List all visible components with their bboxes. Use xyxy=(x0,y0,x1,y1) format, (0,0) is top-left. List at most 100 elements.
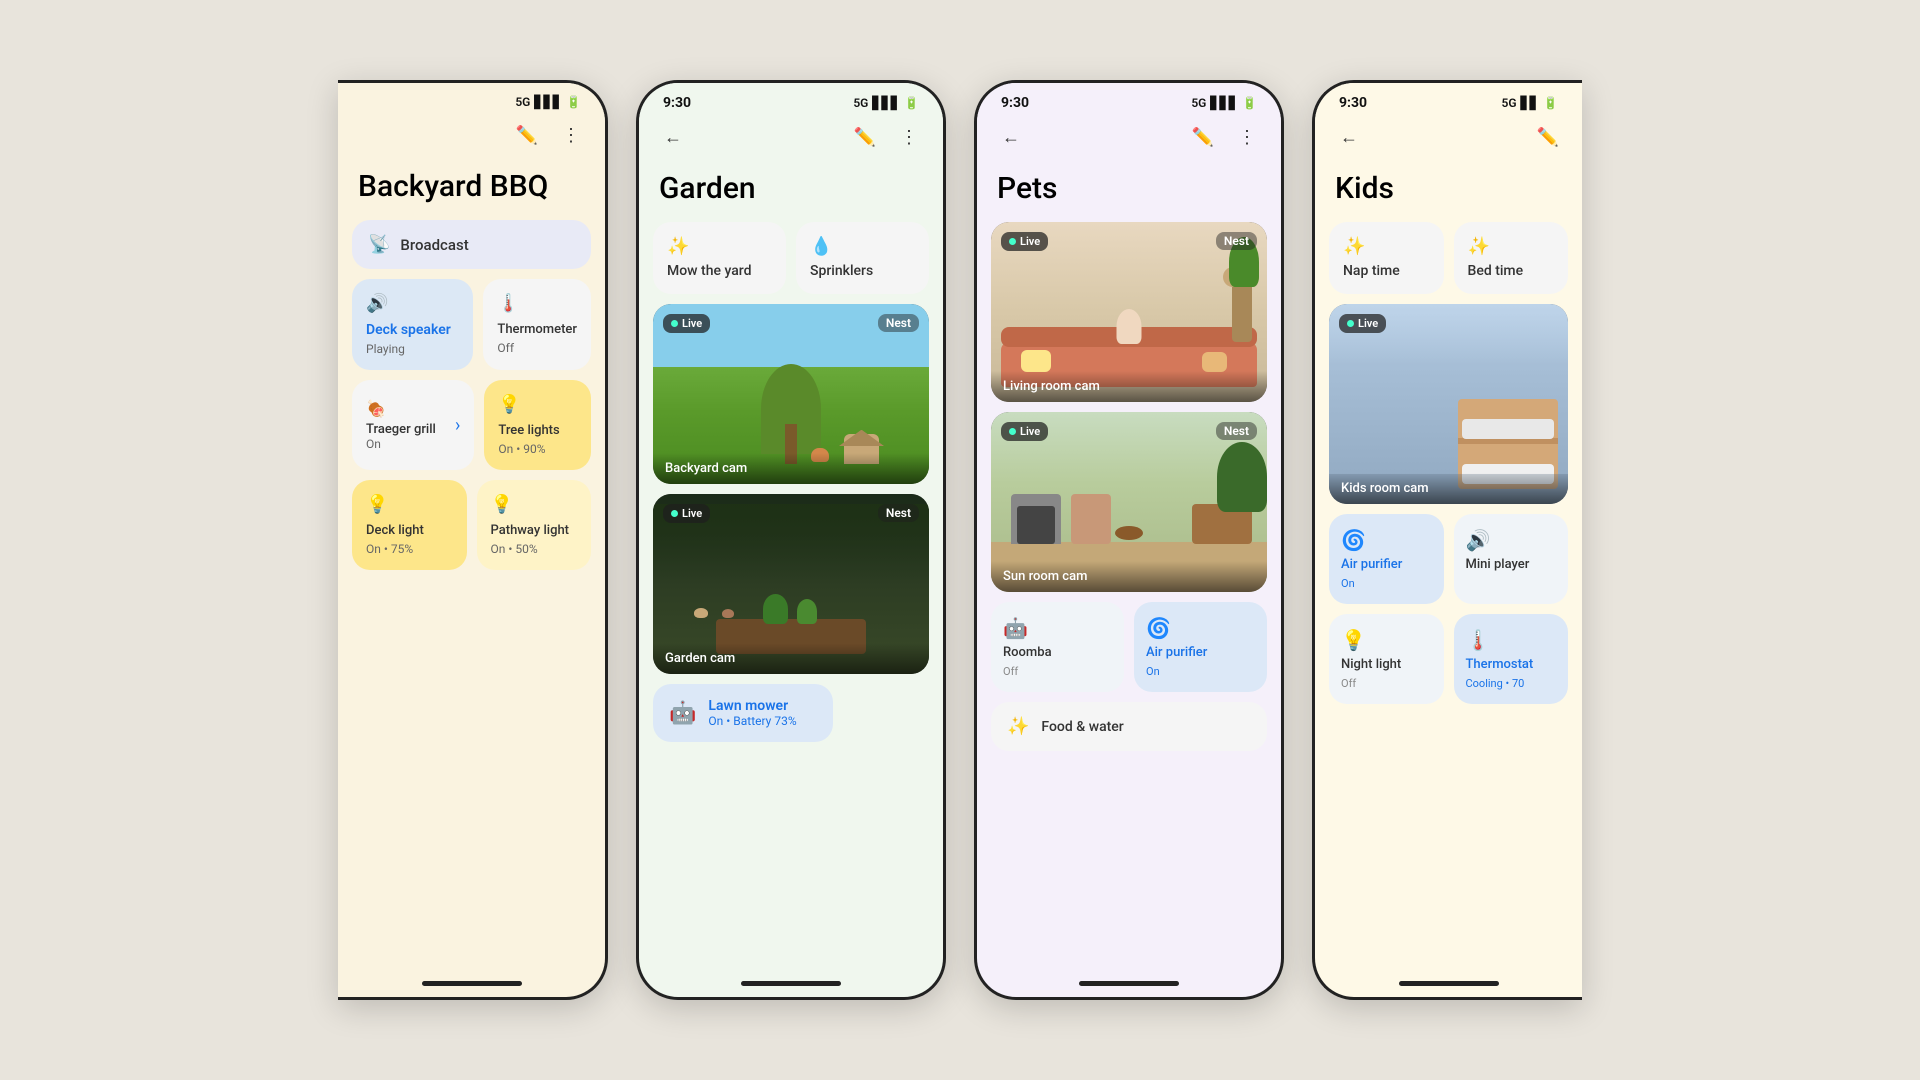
traeger-grill-card[interactable]: 🍖 Traeger grill On › xyxy=(352,380,474,470)
lawn-mower-card[interactable]: 🤖 Lawn mower On • Battery 73% xyxy=(653,684,833,742)
deck-speaker-icon: 🔊 xyxy=(366,293,459,314)
top-bar-3: ← ✏️ ⋮ xyxy=(977,115,1281,163)
phone-backyard-bbq: 5G ▋▋▋ 🔋 ✏️ ⋮ Backyard BBQ 📡 Broadcast 🔊 xyxy=(338,80,608,1000)
top-bar-1: ✏️ ⋮ xyxy=(338,113,605,161)
sprinklers-label: Sprinklers xyxy=(810,263,915,279)
living-room-cam-card[interactable]: Live Nest Living room cam xyxy=(991,222,1267,402)
home-bar-1 xyxy=(422,981,522,986)
kids-thermo-icon: 🌡️ xyxy=(1466,628,1557,652)
garden-cam-card[interactable]: Live Nest Garden cam xyxy=(653,494,929,674)
row-deck-thermo: 🔊 Deck speaker Playing 🌡️ Thermometer Of… xyxy=(352,279,591,370)
mow-icon: ✨ xyxy=(667,236,772,257)
more-button-2[interactable]: ⋮ xyxy=(891,119,927,155)
page-title-2: Garden xyxy=(639,163,943,222)
kids-room-cam-card[interactable]: Live Kids room cam xyxy=(1329,304,1568,504)
back-button-3[interactable]: ← xyxy=(993,119,1029,155)
signal-2: 5G xyxy=(853,96,868,110)
back-button-4[interactable]: ← xyxy=(1331,119,1367,155)
night-light-card[interactable]: 💡 Night light Off xyxy=(1329,614,1444,704)
bed-label: Bed time xyxy=(1468,263,1555,279)
edit-button-3[interactable]: ✏️ xyxy=(1185,119,1221,155)
deck-light-status: On • 75% xyxy=(366,542,453,556)
pathway-light-label: Pathway light xyxy=(491,523,578,538)
garden-cam-label: Garden cam xyxy=(653,643,929,674)
more-button-1[interactable]: ⋮ xyxy=(553,117,589,153)
bed-time-card[interactable]: ✨ Bed time xyxy=(1454,222,1569,294)
time-2: 9:30 xyxy=(663,95,691,111)
time-3: 9:30 xyxy=(1001,95,1029,111)
signal-bars-2: ▋▋▋ xyxy=(872,96,900,110)
roomba-icon: 🤖 xyxy=(1003,616,1112,640)
page-title-1: Backyard BBQ xyxy=(338,161,605,220)
food-water-label: Food & water xyxy=(1041,719,1123,735)
edit-button-4[interactable]: ✏️ xyxy=(1530,119,1566,155)
pathway-light-icon: 💡 xyxy=(491,494,578,515)
air-purifier-icon: 🌀 xyxy=(1146,616,1255,640)
living-room-live-badge: Live xyxy=(1001,232,1048,251)
backyard-cam-card[interactable]: Live Nest Backyard cam xyxy=(653,304,929,484)
backyard-live-text: Live xyxy=(682,317,702,330)
kids-thermostat-card[interactable]: 🌡️ Thermostat Cooling • 70 xyxy=(1454,614,1569,704)
sprinklers-card[interactable]: 💧 Sprinklers xyxy=(796,222,929,294)
deck-speaker-card[interactable]: 🔊 Deck speaker Playing xyxy=(352,279,473,370)
mini-player-icon: 🔊 xyxy=(1466,528,1557,552)
kids-air-purifier-icon: 🌀 xyxy=(1341,528,1432,552)
row-deck-pathway: 💡 Deck light On • 75% 💡 Pathway light On… xyxy=(352,480,591,570)
bed-icon: ✨ xyxy=(1468,236,1555,257)
thermometer-card[interactable]: 🌡️ Thermometer Off xyxy=(483,279,591,370)
home-bar-3 xyxy=(1079,981,1179,986)
air-purifier-card[interactable]: 🌀 Air purifier On xyxy=(1134,602,1267,692)
roomba-card[interactable]: 🤖 Roomba Off xyxy=(991,602,1124,692)
living-room-live-text: Live xyxy=(1020,235,1040,248)
mower-label: Lawn mower xyxy=(708,698,796,714)
signal-1: 5G xyxy=(515,95,530,109)
kids-live-badge: Live xyxy=(1339,314,1386,333)
thermometer-label: Thermometer xyxy=(497,322,577,337)
row-night-thermo: 💡 Night light Off 🌡️ Thermostat Cooling … xyxy=(1329,614,1568,704)
tree-lights-card[interactable]: 💡 Tree lights On • 90% xyxy=(484,380,591,470)
status-icons-3: 5G ▋▋▋ 🔋 xyxy=(1191,96,1257,110)
sun-room-cam-card[interactable]: Live Nest Sun room cam xyxy=(991,412,1267,592)
edit-button-2[interactable]: ✏️ xyxy=(847,119,883,155)
broadcast-icon: 📡 xyxy=(368,234,390,255)
thermometer-status: Off xyxy=(497,341,577,355)
more-button-3[interactable]: ⋮ xyxy=(1229,119,1265,155)
phone-content-1: 📡 Broadcast 🔊 Deck speaker Playing 🌡️ Th… xyxy=(338,220,605,969)
nap-time-card[interactable]: ✨ Nap time xyxy=(1329,222,1444,294)
deck-speaker-label: Deck speaker xyxy=(366,322,459,338)
mow-card[interactable]: ✨ Mow the yard xyxy=(653,222,786,294)
top-bar-2: ← ✏️ ⋮ xyxy=(639,115,943,163)
thermometer-icon: 🌡️ xyxy=(497,293,577,314)
tree-lights-icon: 💡 xyxy=(498,394,577,415)
backyard-cam-label: Backyard cam xyxy=(653,453,929,484)
sprinklers-icon: 💧 xyxy=(810,236,915,257)
page-title-4: Kids xyxy=(1315,163,1582,222)
status-bar-2: 9:30 5G ▋▋▋ 🔋 xyxy=(639,83,943,115)
living-room-cam-label: Living room cam xyxy=(991,371,1267,402)
garden-live-text: Live xyxy=(682,507,702,520)
battery-4: 🔋 xyxy=(1543,96,1558,110)
food-water-card[interactable]: ✨ Food & water xyxy=(991,702,1267,751)
signal-4: 5G xyxy=(1502,96,1517,110)
status-icons-4: 5G ▋▋ 🔋 xyxy=(1502,96,1558,110)
living-room-nest-badge: Nest xyxy=(1216,232,1257,250)
back-button-2[interactable]: ← xyxy=(655,119,691,155)
edit-button-1[interactable]: ✏️ xyxy=(509,117,545,153)
phone-content-3: Live Nest Living room cam xyxy=(977,222,1281,969)
sun-room-nest-badge: Nest xyxy=(1216,422,1257,440)
mower-status: On • Battery 73% xyxy=(708,714,796,728)
phone-content-2: ✨ Mow the yard 💧 Sprinklers xyxy=(639,222,943,969)
status-icons-2: 5G ▋▋▋ 🔋 xyxy=(853,96,919,110)
deck-light-card[interactable]: 💡 Deck light On • 75% xyxy=(352,480,467,570)
battery-3: 🔋 xyxy=(1242,96,1257,110)
mini-player-card[interactable]: 🔊 Mini player xyxy=(1454,514,1569,604)
row-nap-bed: ✨ Nap time ✨ Bed time xyxy=(1329,222,1568,294)
kids-air-purifier-card[interactable]: 🌀 Air purifier On xyxy=(1329,514,1444,604)
backyard-live-badge: Live xyxy=(663,314,710,333)
broadcast-card[interactable]: 📡 Broadcast xyxy=(352,220,591,269)
grill-arrow: › xyxy=(455,415,460,436)
roomba-label: Roomba xyxy=(1003,645,1112,660)
pathway-light-card[interactable]: 💡 Pathway light On • 50% xyxy=(477,480,592,570)
phone-pets: 9:30 5G ▋▋▋ 🔋 ← ✏️ ⋮ Pets xyxy=(974,80,1284,1000)
night-light-icon: 💡 xyxy=(1341,628,1432,652)
